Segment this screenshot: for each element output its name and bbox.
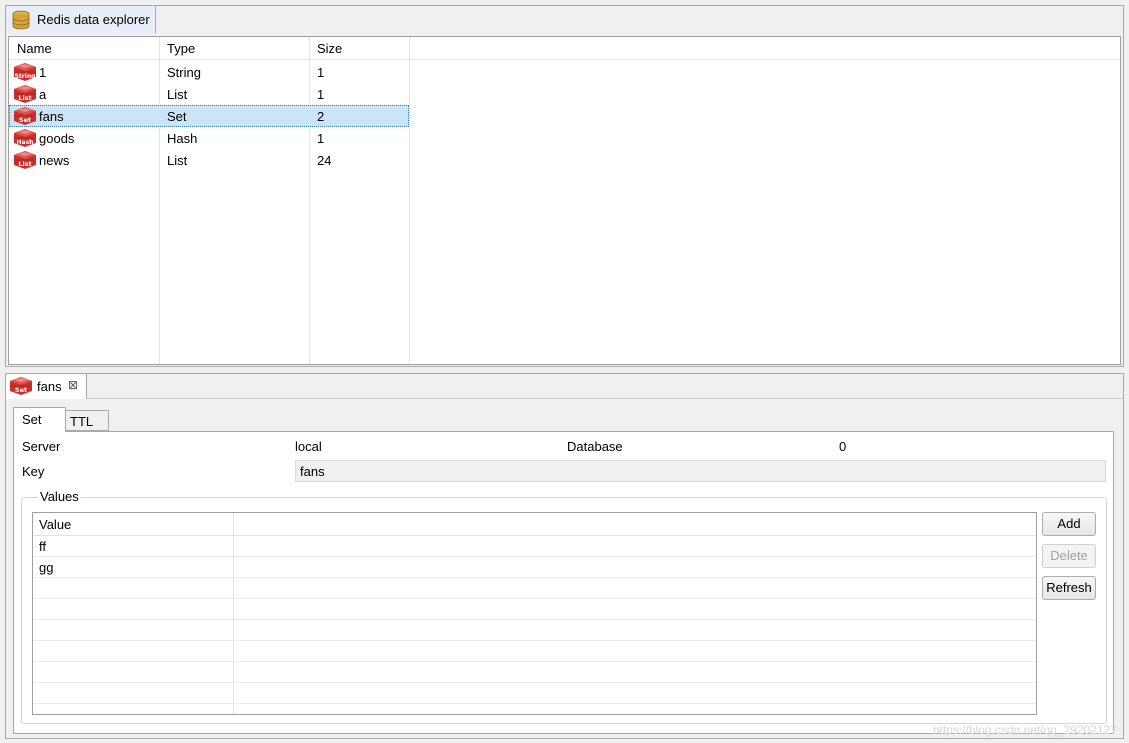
set-editor-body: Server local Database 0 Key fans Values … — [13, 431, 1114, 734]
key-name: 1 — [39, 65, 47, 80]
subtab-ttl[interactable]: TTL — [65, 410, 109, 431]
redis-set-icon: Set — [9, 376, 33, 396]
table-row-empty — [33, 599, 1036, 620]
key-type: Set — [167, 109, 187, 124]
column-header-value[interactable]: Value — [39, 517, 71, 532]
svg-text:Hash: Hash — [17, 139, 34, 146]
subtab-ttl-label: TTL — [70, 414, 94, 429]
values-table[interactable]: Value ff gg — [32, 512, 1037, 715]
database-icon — [12, 10, 30, 30]
subtab-set[interactable]: Set — [13, 407, 66, 432]
database-value: 0 — [839, 439, 847, 454]
server-value: local — [295, 439, 322, 454]
redis-list-icon: List — [13, 150, 37, 170]
key-type: Hash — [167, 131, 198, 146]
refresh-button[interactable]: Refresh — [1042, 576, 1096, 600]
key-field-value: fans — [300, 464, 325, 479]
key-type: String — [167, 65, 201, 80]
watermark: https://blog.csdn.net/qq_29202127 — [932, 723, 1117, 737]
subtab-set-label: Set — [22, 412, 42, 427]
add-button[interactable]: Add — [1042, 512, 1096, 536]
editor-tab-fans[interactable]: Set fans ⊠ — [6, 374, 87, 399]
keys-table[interactable]: Name Type Size String 1 String 1 List a … — [8, 36, 1121, 365]
database-label: Database — [567, 439, 623, 454]
svg-text:List: List — [18, 94, 31, 102]
key-size: 24 — [317, 153, 332, 168]
table-row-empty — [33, 683, 1036, 704]
value-cell: gg — [39, 560, 54, 575]
explorer-panel: Redis data explorer Name Type Size Strin… — [5, 5, 1124, 367]
svg-text:Set: Set — [15, 386, 27, 394]
redis-list-icon: List — [13, 84, 37, 104]
explorer-tab[interactable]: Redis data explorer — [6, 6, 156, 34]
table-row[interactable]: List a List 1 — [9, 83, 409, 105]
table-row[interactable]: ff — [33, 536, 1036, 557]
key-type: List — [167, 87, 188, 102]
key-size: 1 — [317, 65, 325, 80]
editor-tab-label: fans — [37, 379, 62, 394]
key-name: fans — [39, 109, 64, 124]
key-name: goods — [39, 131, 75, 146]
close-icon[interactable]: ⊠ — [68, 378, 78, 392]
svg-text:String: String — [15, 73, 36, 80]
value-cell: ff — [39, 539, 46, 554]
column-header-name[interactable]: Name — [17, 41, 52, 56]
svg-text:Set: Set — [19, 116, 31, 124]
table-row[interactable]: gg — [33, 557, 1036, 578]
redis-hash-icon: Hash — [13, 128, 37, 148]
table-row-selected[interactable]: Set fans Set 2 — [9, 105, 409, 127]
table-row[interactable]: List news List 24 — [9, 149, 409, 171]
keys-table-header: Name Type Size — [9, 37, 1120, 60]
editor-panel: Set fans ⊠ Set TTL Server local Database… — [5, 373, 1124, 739]
redis-string-icon: String — [13, 62, 37, 82]
redis-set-icon: Set — [13, 106, 37, 126]
key-name: news — [39, 153, 70, 168]
table-row-empty — [33, 578, 1036, 599]
delete-button[interactable]: Delete — [1042, 544, 1096, 568]
explorer-tab-label: Redis data explorer — [37, 12, 150, 27]
values-group: Values Value ff gg — [21, 489, 1107, 724]
key-type: List — [167, 153, 188, 168]
key-size: 1 — [317, 131, 325, 146]
table-row-empty — [33, 620, 1036, 641]
column-header-size[interactable]: Size — [317, 41, 342, 56]
table-row[interactable]: Hash goods Hash 1 — [9, 127, 409, 149]
key-field[interactable]: fans — [295, 460, 1106, 482]
column-header-type[interactable]: Type — [167, 41, 195, 56]
key-label: Key — [22, 464, 45, 479]
table-row-empty — [33, 662, 1036, 683]
table-row-empty — [33, 641, 1036, 662]
svg-text:List: List — [18, 160, 31, 168]
values-group-label: Values — [38, 489, 81, 504]
key-size: 2 — [317, 109, 325, 124]
values-table-header: Value — [33, 513, 1036, 536]
table-row[interactable]: String 1 String 1 — [9, 61, 409, 83]
key-name: a — [39, 87, 47, 102]
key-size: 1 — [317, 87, 325, 102]
server-label: Server — [22, 439, 61, 454]
